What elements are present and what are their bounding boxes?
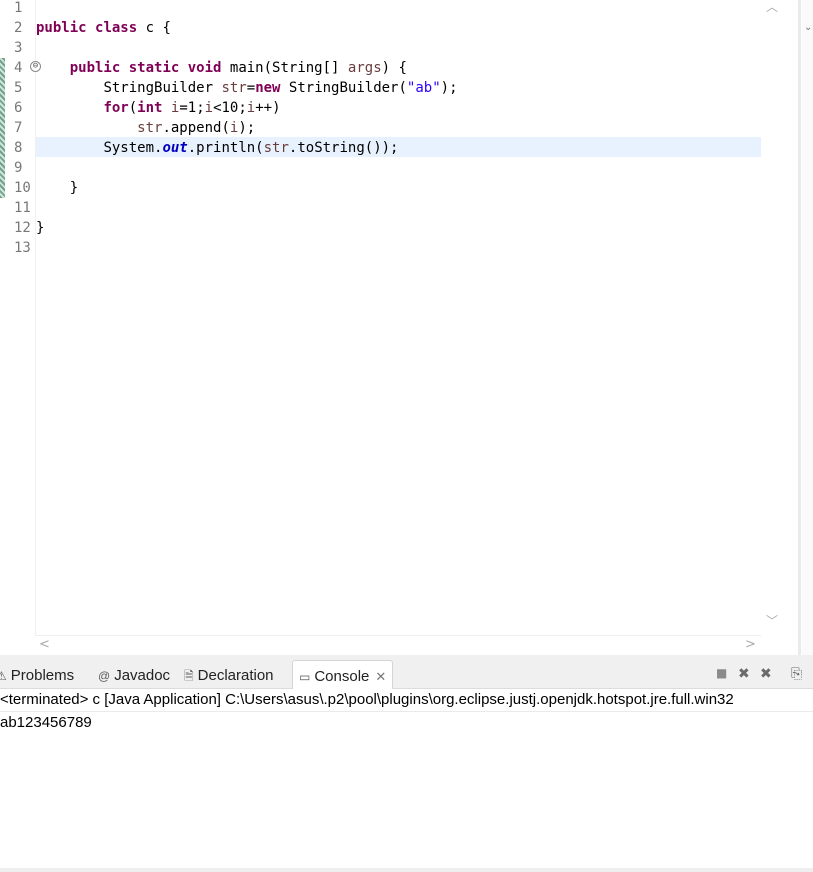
scroll-up-icon[interactable]: ︿ [766, 0, 778, 15]
scroll-down-icon[interactable]: ﹀ [766, 612, 778, 629]
code-line-4: public static void main(String[] args) { [36, 58, 407, 78]
variable: i [204, 100, 214, 116]
code-text: =1; [179, 100, 205, 116]
code-text: ) { [381, 60, 407, 76]
code-editor[interactable]: 1 2 3 4 5 6 7 8 9 10 11 12 13 ⊖ public c… [0, 0, 813, 660]
code-line-12: } [36, 218, 44, 238]
code-line-8: System.out.println(str.toString()); [36, 138, 398, 158]
tab-label: Problems [10, 667, 75, 684]
code-text: <10; [213, 100, 247, 116]
declaration-icon: 🗎 [184, 669, 194, 683]
code-text: ++) [255, 100, 281, 116]
tab-console[interactable]: ▭ Console ✕ [292, 660, 394, 689]
keyword: static [128, 60, 180, 76]
chevron-down-icon[interactable]: ⌄ [804, 22, 812, 33]
vertical-scrollbar[interactable]: ︿ ﹀ [761, 0, 781, 635]
tab-problems[interactable]: ⚠ Problems [0, 660, 74, 688]
line-number: 11 [14, 200, 31, 216]
code-text: ); [440, 80, 458, 96]
code-text: main(String[] [221, 60, 348, 76]
code-text: ( [128, 100, 138, 116]
overview-ruler [798, 0, 801, 655]
variable: str [137, 120, 163, 136]
tab-label: Console [314, 668, 370, 685]
code-line-6: for(int i=1;i<10;i++) [36, 98, 281, 118]
line-number: 10 [14, 180, 31, 196]
horizontal-scrollbar[interactable]: < > [35, 635, 761, 656]
remove-launch-icon[interactable]: ✖ [738, 666, 750, 682]
tab-javadoc[interactable]: @ Javadoc [98, 660, 170, 688]
code-text: StringBuilder( [280, 80, 407, 96]
line-number: 7 [14, 120, 23, 136]
problems-icon: ⚠ [0, 669, 7, 683]
code-line-10: } [36, 178, 78, 198]
code-text: } [69, 180, 79, 196]
code-text: ); [238, 120, 256, 136]
code-text: .append( [162, 120, 230, 136]
console-header: <terminated> c [Java Application] C:\Use… [0, 689, 813, 712]
tab-label: Declaration [197, 667, 274, 684]
code-text: = [246, 80, 256, 96]
keyword: new [255, 80, 281, 96]
code-text: .toString()); [288, 140, 399, 156]
variable: i [246, 100, 256, 116]
line-number: 13 [14, 240, 31, 256]
tab-declaration[interactable]: 🗎 Declaration [184, 660, 274, 688]
view-tab-bar: ⚠ Problems @ Javadoc 🗎 Declaration ▭ Console… [0, 660, 813, 689]
console-output-line: ab123456789 [0, 714, 92, 731]
keyword: int [137, 100, 163, 116]
keyword: public [69, 60, 121, 76]
variable: str [221, 80, 247, 96]
keyword: public [36, 20, 87, 36]
static-field: out [162, 140, 188, 156]
code-line-7: str.append(i); [36, 118, 255, 138]
tab-label: Javadoc [114, 667, 171, 684]
line-number: 1 [14, 0, 23, 16]
line-number: 2 [14, 20, 23, 36]
parameter: args [347, 60, 382, 76]
line-number: 5 [14, 80, 23, 96]
keyword: class [95, 20, 138, 36]
code-text: StringBuilder [103, 80, 222, 96]
javadoc-icon: @ [98, 669, 111, 683]
line-number-gutter: 1 2 3 4 5 6 7 8 9 10 11 12 13 ⊖ [6, 0, 41, 635]
code-text: System. [103, 140, 163, 156]
string-literal: "ab" [406, 80, 441, 96]
keyword: for [103, 100, 129, 116]
code-line-5: StringBuilder str=new StringBuilder("ab"… [36, 78, 458, 98]
terminate-icon[interactable]: ■ [716, 666, 727, 680]
clear-console-icon[interactable]: ⎘ [791, 666, 802, 682]
line-number: 12 [14, 220, 31, 236]
status-bar [0, 868, 813, 872]
code-text: } [36, 220, 45, 236]
change-indicator [0, 58, 5, 198]
code-line-2: public class c { [36, 18, 171, 38]
console-output[interactable]: <terminated> c [Java Application] C:\Use… [0, 689, 813, 869]
keyword: void [187, 60, 222, 76]
remove-all-terminated-icon[interactable]: ✖ [760, 666, 772, 682]
line-number: 8 [14, 140, 23, 156]
code-text: c { [137, 20, 171, 36]
line-number: 6 [14, 100, 23, 116]
variable: str [263, 140, 289, 156]
side-panel-edge: ⌄ [802, 0, 813, 655]
scroll-right-icon[interactable]: > [745, 637, 756, 652]
close-icon[interactable]: ✕ [375, 669, 386, 684]
line-number: 3 [14, 40, 23, 56]
scroll-left-icon[interactable]: < [39, 637, 50, 652]
line-number: 9 [14, 160, 23, 176]
code-text: .println( [187, 140, 264, 156]
